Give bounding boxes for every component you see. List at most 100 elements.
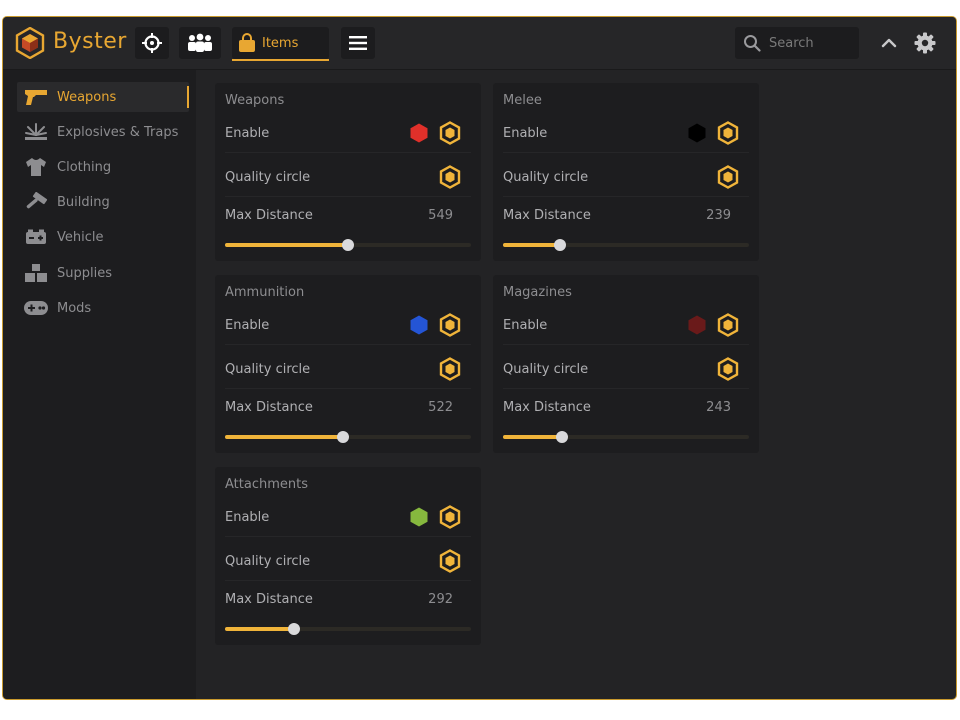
chevron-up-icon [881, 38, 897, 48]
sidebar-item-mods[interactable]: Mods [17, 293, 189, 323]
distance-slider[interactable] [503, 431, 749, 443]
gamepad-icon [24, 301, 48, 315]
card-title: Ammunition [225, 285, 305, 300]
search-input[interactable] [767, 34, 857, 52]
quality-toggle-hex-icon[interactable] [439, 357, 461, 381]
quality-row: Quality circle [225, 349, 471, 389]
sidebar-item-label: Explosives & Traps [57, 124, 179, 140]
shirt-icon [26, 158, 46, 176]
enable-row: Enable [225, 497, 471, 537]
sidebar-item-label: Vehicle [57, 229, 104, 245]
row-divider [225, 536, 471, 537]
pistol-icon [25, 90, 47, 105]
distance-row: Max Distance 522 [225, 389, 471, 425]
color-swatch-button[interactable] [687, 123, 707, 143]
quality-toggle-hex-icon[interactable] [439, 549, 461, 573]
slider-handle[interactable] [553, 239, 566, 251]
quality-row: Quality circle [225, 157, 471, 197]
row-divider [503, 152, 749, 153]
ammunition-settings-card: Ammunition Enable Quality circle Max Dis… [215, 275, 481, 453]
enable-label: Enable [225, 509, 270, 525]
targets-tab-button[interactable] [135, 27, 169, 59]
quality-label: Quality circle [225, 553, 311, 569]
logo-icon [15, 27, 45, 59]
sidebar-item-building[interactable]: Building [17, 187, 189, 217]
distance-slider[interactable] [225, 623, 471, 635]
distance-value: 292 [428, 591, 453, 607]
card-title: Magazines [503, 285, 572, 300]
crosshair-icon [142, 33, 162, 53]
quality-row: Quality circle [503, 157, 749, 197]
sidebar-item-vehicle[interactable]: Vehicle [17, 222, 189, 252]
slider-handle[interactable] [342, 239, 354, 251]
enable-label: Enable [503, 317, 548, 333]
distance-slider[interactable] [503, 239, 749, 251]
gear-icon [914, 32, 936, 54]
enable-toggle-hex-icon[interactable] [439, 505, 461, 529]
sidebar: Weapons Explosives & Traps Clothing Buil… [3, 70, 196, 699]
sidebar-item-supplies[interactable]: Supplies [17, 258, 189, 288]
quality-toggle-hex-icon[interactable] [717, 357, 739, 381]
quality-row: Quality circle [503, 349, 749, 389]
distance-slider[interactable] [225, 239, 471, 251]
slider-fill [503, 435, 563, 439]
app-window: Byster Items Search Weapons Explosives &… [2, 16, 957, 700]
collapse-button[interactable] [875, 30, 903, 56]
color-swatch-button[interactable] [409, 315, 429, 335]
enable-label: Enable [225, 317, 270, 333]
sidebar-item-label: Building [57, 194, 110, 210]
distance-value: 239 [706, 207, 731, 223]
hammer-icon [26, 192, 48, 209]
distance-row: Max Distance 239 [503, 197, 749, 233]
enable-label: Enable [225, 125, 270, 141]
menu-button[interactable] [341, 27, 375, 59]
melee-settings-card: Melee Enable Quality circle Max Distance… [493, 83, 759, 261]
search-icon [744, 35, 761, 52]
distance-row: Max Distance 549 [225, 197, 471, 233]
color-swatch-button[interactable] [409, 507, 429, 527]
sidebar-item-label: Mods [57, 300, 92, 316]
distance-label: Max Distance [503, 207, 591, 223]
players-tab-button[interactable] [179, 27, 221, 59]
slider-handle[interactable] [287, 623, 300, 635]
active-tab-indicator [232, 59, 329, 61]
sidebar-item-label: Weapons [57, 89, 117, 105]
attachments-settings-card: Attachments Enable Quality circle Max Di… [215, 467, 481, 645]
enable-toggle-hex-icon[interactable] [439, 121, 461, 145]
enable-toggle-hex-icon[interactable] [439, 313, 461, 337]
slider-handle[interactable] [337, 431, 350, 443]
color-swatch-button[interactable] [687, 315, 707, 335]
quality-label: Quality circle [225, 361, 311, 377]
quality-toggle-hex-icon[interactable] [717, 165, 739, 189]
sidebar-item-label: Supplies [57, 265, 112, 281]
distance-label: Max Distance [225, 591, 313, 607]
sidebar-item-explosives[interactable]: Explosives & Traps [17, 117, 189, 147]
slider-fill [225, 243, 348, 247]
players-icon [188, 33, 212, 52]
color-swatch-button[interactable] [409, 123, 429, 143]
distance-slider[interactable] [225, 431, 471, 443]
enable-toggle-hex-icon[interactable] [717, 121, 739, 145]
sidebar-item-clothing[interactable]: Clothing [17, 152, 189, 182]
bag-icon [239, 33, 255, 52]
sidebar-item-label: Clothing [57, 159, 112, 175]
sidebar-item-weapons[interactable]: Weapons [17, 82, 189, 112]
menu-icon [349, 36, 367, 50]
quality-label: Quality circle [503, 169, 589, 185]
distance-row: Max Distance 243 [503, 389, 749, 425]
distance-label: Max Distance [503, 399, 591, 415]
card-title: Melee [503, 93, 542, 108]
battery-icon [26, 229, 46, 244]
enable-row: Enable [503, 305, 749, 345]
settings-button[interactable] [911, 30, 939, 56]
distance-value: 549 [428, 207, 453, 223]
slider-handle[interactable] [556, 431, 569, 443]
distance-value: 522 [428, 399, 453, 415]
quality-label: Quality circle [225, 169, 311, 185]
row-divider [225, 344, 471, 345]
quality-toggle-hex-icon[interactable] [439, 165, 461, 189]
search-box[interactable] [735, 27, 859, 59]
enable-toggle-hex-icon[interactable] [717, 313, 739, 337]
boxes-icon [25, 264, 47, 282]
items-tab-button[interactable]: Items [232, 27, 329, 61]
